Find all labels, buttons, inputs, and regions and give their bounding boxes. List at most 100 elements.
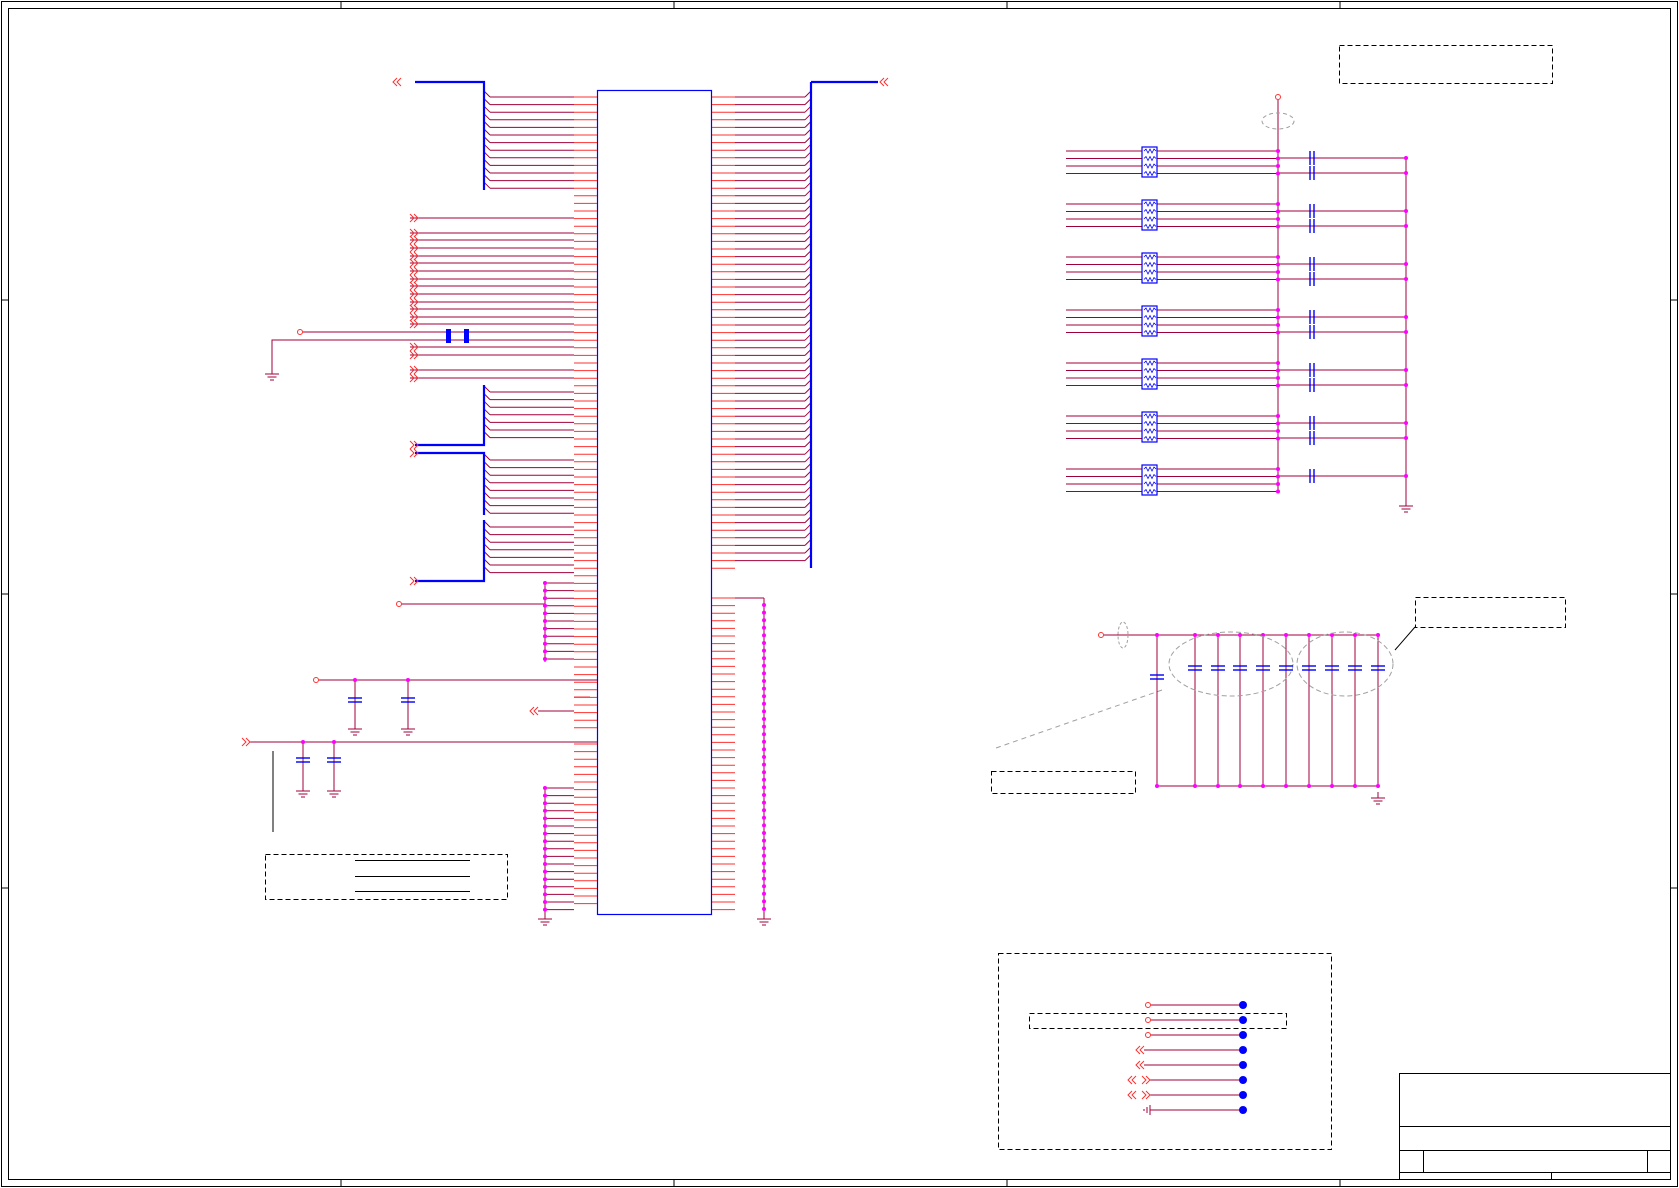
junction-dot [1276, 315, 1280, 320]
junction-dot [762, 853, 766, 858]
junction-dot [543, 801, 547, 806]
junction-dot [762, 838, 766, 843]
junction-dot [543, 641, 547, 646]
junction-dot [1353, 784, 1357, 788]
junction-dot [1155, 784, 1159, 788]
junction-dot [543, 877, 547, 882]
junction-dot [762, 755, 766, 759]
junction-dot [543, 839, 547, 844]
junction-dot [543, 793, 547, 798]
junction-dot [762, 732, 766, 737]
junction-dot [762, 618, 766, 623]
junction-dot [1404, 277, 1408, 281]
offpage-connector-right [409, 440, 415, 450]
junction-dot [1276, 330, 1280, 335]
junction-dot [1155, 633, 1159, 637]
test-point [1239, 1061, 1247, 1069]
test-point [1239, 1016, 1247, 1024]
junction-dot [543, 869, 547, 874]
junction-dot [543, 862, 547, 866]
note-box-bottom-right-group [998, 953, 1332, 1150]
junction-dot [543, 808, 547, 813]
junction-dot [762, 891, 766, 896]
junction-dot [1276, 209, 1280, 214]
junction-dot [762, 610, 766, 615]
offpage-connector-left [533, 706, 539, 716]
test-point [1239, 1106, 1247, 1114]
junction-dot [543, 846, 547, 851]
junction-dot [1376, 784, 1380, 788]
net-port-circle [1098, 632, 1104, 638]
junction-dot [762, 701, 766, 706]
junction-dot [1276, 421, 1280, 426]
junction-dot [762, 671, 766, 676]
junction-dot [1276, 308, 1280, 312]
junction-dot [762, 777, 766, 782]
junction-dot [1276, 368, 1280, 373]
test-point [1239, 1001, 1247, 1009]
junction-dot [1404, 171, 1408, 175]
junction-dot [406, 678, 410, 682]
junction-dot [1284, 784, 1288, 788]
junction-dot [1404, 262, 1408, 266]
junction-dot [543, 657, 547, 661]
junction-dot [1276, 217, 1280, 221]
sheet-frame [1, 1, 1678, 1187]
junction-dot [762, 717, 766, 721]
junction-dot [762, 747, 766, 752]
junction-dot [1404, 383, 1408, 387]
junction-dot [1238, 633, 1242, 637]
net-port-circle [1145, 1032, 1151, 1038]
junction-dot [543, 634, 547, 639]
net-port-circle [297, 329, 303, 335]
junction-dot [543, 619, 547, 623]
junction-dot [1193, 633, 1197, 637]
junction-dot [762, 815, 766, 820]
junction-dot [762, 907, 766, 911]
junction-dot [762, 869, 766, 873]
offpage-connector-left [1131, 1075, 1137, 1085]
junction-dot [332, 740, 336, 744]
offpage-connector-left [1139, 1045, 1145, 1055]
junction-dot [1276, 489, 1280, 494]
junction-dot [762, 724, 766, 729]
junction-dot [543, 824, 547, 828]
ic-pins [574, 96, 735, 911]
junction-dot [762, 739, 766, 744]
junction-dot [1404, 315, 1408, 319]
junction-dot [543, 611, 547, 616]
junction-dot [762, 641, 766, 645]
junction-dot [1276, 224, 1280, 229]
junction-dot [543, 786, 547, 790]
net-wire [271, 339, 574, 368]
test-point [1239, 1076, 1247, 1084]
junction-dot [543, 854, 547, 859]
junction-dot [1276, 255, 1280, 259]
junction-dot [543, 603, 547, 608]
ferrite-bead [446, 329, 451, 343]
offpage-connector-right [1141, 1090, 1147, 1100]
junction-dot [1276, 323, 1280, 327]
junction-dot [1276, 202, 1280, 206]
junction-dot [1276, 262, 1280, 267]
cap-group-ellipse [1168, 631, 1294, 697]
junction-dot [762, 686, 766, 691]
junction-dot [762, 861, 766, 866]
junction-dot [762, 793, 766, 797]
offpage-connector-left [1139, 1060, 1145, 1070]
junction-dot [1404, 436, 1408, 440]
junction-dot [1216, 633, 1220, 637]
note-box-mid-left-cap [991, 771, 1136, 794]
junction-dot [1284, 633, 1288, 637]
junction-dot [762, 884, 766, 889]
junction-dot [762, 709, 766, 714]
junction-dot [543, 626, 547, 631]
bottom-left-note-lines [355, 860, 470, 892]
net-port-circle [1275, 94, 1281, 100]
junction-dot [762, 663, 766, 668]
junction-dot [1276, 383, 1280, 388]
junction-dot [762, 603, 766, 607]
junction-dot [1276, 376, 1280, 380]
bus-left-top [415, 80, 486, 190]
test-point [1239, 1046, 1247, 1054]
